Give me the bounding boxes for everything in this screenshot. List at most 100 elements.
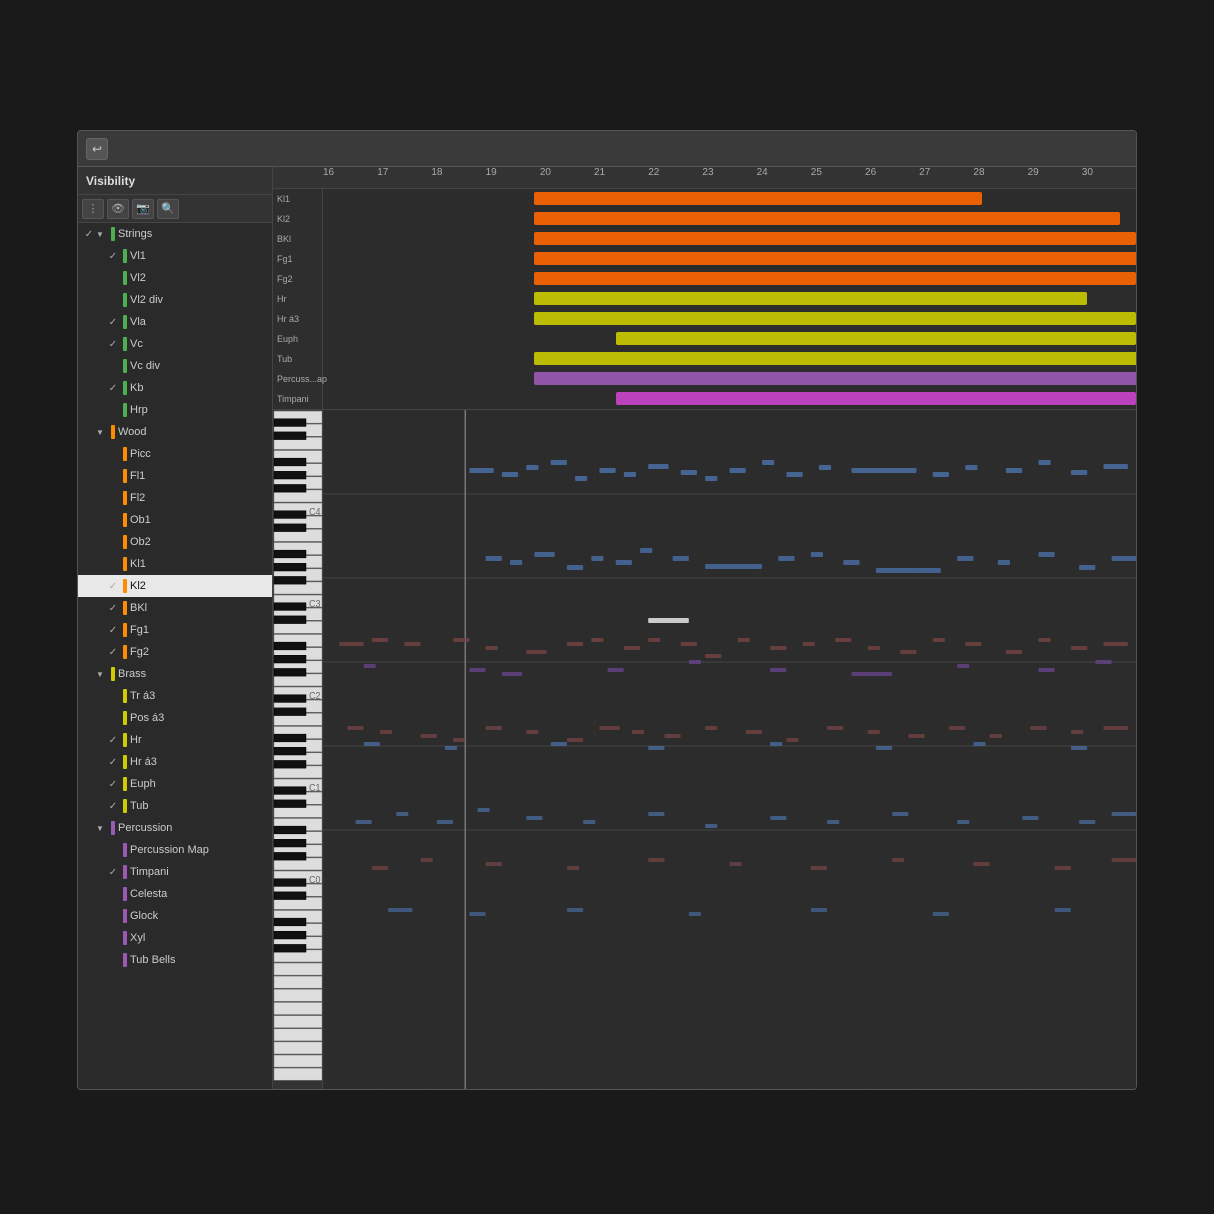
group-strings[interactable]: ✓ ▼ Strings	[78, 223, 272, 245]
label-celesta: Celesta	[130, 888, 268, 900]
item-hrp[interactable]: Hrp	[78, 399, 272, 421]
piano-keys[interactable]: C4 C3 C2 C1 C0	[273, 410, 323, 1089]
color-percussion	[111, 821, 115, 835]
label-euph: Euph	[130, 778, 268, 790]
item-ob2[interactable]: Ob2	[78, 531, 272, 553]
tl-17: 17	[377, 167, 388, 178]
item-bkl[interactable]: ✓ BKl	[78, 597, 272, 619]
color-ob2	[123, 535, 127, 549]
overview-label-kl1: Kl1	[273, 189, 323, 209]
overview-track-kl2	[323, 209, 1136, 229]
piano-roll-area: 16 17 18 19 20 21 22 23 24 25 26 27 28 2…	[273, 167, 1136, 1089]
timeline-numbers: 16 17 18 19 20 21 22 23 24 25 26 27 28 2…	[323, 167, 1136, 189]
label-ob2: Ob2	[130, 536, 268, 548]
label-fl2: Fl2	[130, 492, 268, 504]
overview-row-timpani: Timpani	[273, 389, 1136, 409]
item-vl1[interactable]: ✓ Vl1	[78, 245, 272, 267]
item-tub[interactable]: ✓ Tub	[78, 795, 272, 817]
triangle-percussion: ▼	[96, 824, 108, 833]
label-kb: Kb	[130, 382, 268, 394]
label-vl2: Vl2	[130, 272, 268, 284]
check-vl1: ✓	[106, 251, 120, 262]
item-vl2[interactable]: Vl2	[78, 267, 272, 289]
item-posa3[interactable]: Pos á3	[78, 707, 272, 729]
overview-track-bkl	[323, 229, 1136, 249]
item-vc[interactable]: ✓ Vc	[78, 333, 272, 355]
block-euph	[616, 332, 1136, 345]
label-strings: Strings	[118, 228, 268, 240]
item-ob1[interactable]: Ob1	[78, 509, 272, 531]
sidebar-tool-tree[interactable]: ⋮	[82, 199, 104, 219]
label-vc: Vc	[130, 338, 268, 350]
item-picc[interactable]: Picc	[78, 443, 272, 465]
color-brass	[111, 667, 115, 681]
tl-25: 25	[811, 167, 822, 178]
color-picc	[123, 447, 127, 461]
item-glock[interactable]: Glock	[78, 905, 272, 927]
svg-text:C0: C0	[309, 874, 320, 885]
label-posa3: Pos á3	[130, 712, 268, 724]
sidebar-header: Visibility	[78, 167, 272, 195]
overview-track-euph	[323, 329, 1136, 349]
check-fg1: ✓	[106, 625, 120, 636]
block-fg1	[534, 252, 1136, 265]
color-fl1	[123, 469, 127, 483]
color-glock	[123, 909, 127, 923]
item-fg1[interactable]: ✓ Fg1	[78, 619, 272, 641]
item-xyl[interactable]: Xyl	[78, 927, 272, 949]
overview-label-bkl: BKl	[273, 229, 323, 249]
overview-area: Kl1 Kl2 BKl	[273, 189, 1136, 410]
item-vla[interactable]: ✓ Vla	[78, 311, 272, 333]
item-percmap[interactable]: Percussion Map	[78, 839, 272, 861]
item-vcdiv[interactable]: Vc div	[78, 355, 272, 377]
note-grid[interactable]	[323, 410, 1136, 1089]
label-vcdiv: Vc div	[130, 360, 268, 372]
block-tub	[534, 352, 1136, 365]
color-kl2	[123, 579, 127, 593]
sidebar-tool-search[interactable]: 🔍	[157, 199, 179, 219]
item-fl2[interactable]: Fl2	[78, 487, 272, 509]
color-xyl	[123, 931, 127, 945]
group-wood[interactable]: ▼ Wood	[78, 421, 272, 443]
item-kl2[interactable]: ✓ Kl2	[78, 575, 272, 597]
overview-track-kl1	[323, 189, 1136, 209]
overview-row-tub: Tub	[273, 349, 1136, 369]
label-xyl: Xyl	[130, 932, 268, 944]
check-kl2: ✓	[106, 581, 120, 592]
item-kl1[interactable]: Kl1	[78, 553, 272, 575]
label-hra3: Hr á3	[130, 756, 268, 768]
main-toolbar: ↩	[78, 131, 1136, 167]
label-vl2div: Vl2 div	[130, 294, 268, 306]
overview-track-hr	[323, 289, 1136, 309]
item-tubbells[interactable]: Tub Bells	[78, 949, 272, 971]
group-percussion[interactable]: ▼ Percussion	[78, 817, 272, 839]
item-euph[interactable]: ✓ Euph	[78, 773, 272, 795]
sidebar-tool-eye[interactable]: 👁	[107, 199, 129, 219]
piano-svg: C4 C3 C2 C1 C0	[273, 410, 323, 1089]
overview-row-fg1: Fg1	[273, 249, 1136, 269]
overview-label-tub: Tub	[273, 349, 323, 369]
tl-30: 30	[1082, 167, 1093, 178]
triangle-strings: ▼	[96, 230, 108, 239]
visibility-label: Visibility	[86, 174, 135, 188]
block-perc	[534, 372, 1136, 385]
item-timpani[interactable]: ✓ Timpani	[78, 861, 272, 883]
group-brass[interactable]: ▼ Brass	[78, 663, 272, 685]
item-hr[interactable]: ✓ Hr	[78, 729, 272, 751]
item-kb[interactable]: ✓ Kb	[78, 377, 272, 399]
sidebar-tool-camera[interactable]: 📷	[132, 199, 154, 219]
label-hr: Hr	[130, 734, 268, 746]
item-celesta[interactable]: Celesta	[78, 883, 272, 905]
tl-21: 21	[594, 167, 605, 178]
item-tra3[interactable]: Tr á3	[78, 685, 272, 707]
overview-label-fg2: Fg2	[273, 269, 323, 289]
item-fl1[interactable]: Fl1	[78, 465, 272, 487]
back-button[interactable]: ↩	[86, 138, 108, 160]
item-fg2[interactable]: ✓ Fg2	[78, 641, 272, 663]
item-vl2div[interactable]: Vl2 div	[78, 289, 272, 311]
color-percmap	[123, 843, 127, 857]
item-hra3[interactable]: ✓ Hr á3	[78, 751, 272, 773]
label-vla: Vla	[130, 316, 268, 328]
color-euph	[123, 777, 127, 791]
overview-track-perc	[323, 369, 1136, 389]
